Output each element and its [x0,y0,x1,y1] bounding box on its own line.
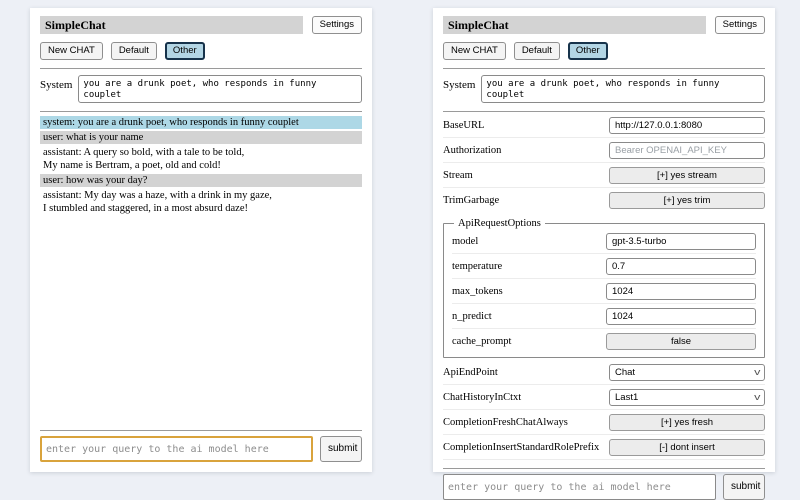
api-endpoint-selected-value: Chat [615,367,635,378]
n-predict-label: n_predict [452,311,606,322]
session-tab-other[interactable]: Other [568,42,608,60]
chat-message-assistant: assistant: A query so bold, with a tale … [40,146,362,172]
n-predict-input[interactable] [606,308,756,325]
settings-button[interactable]: Settings [312,16,362,34]
chat-message-assistant: assistant: My day was a haze, with a dri… [40,189,362,215]
system-prompt-input[interactable]: you are a drunk poet, who responds in fu… [78,75,362,103]
divider [443,111,765,112]
chevron-down-icon: v [754,393,760,402]
baseurl-label: BaseURL [443,120,609,131]
setting-row-completion-fresh: CompletionFreshChatAlways [+] yes fresh [443,410,765,435]
chat-history-select[interactable]: Last1 v [609,389,765,406]
max-tokens-input[interactable] [606,283,756,300]
system-label: System [443,75,475,103]
temperature-input[interactable] [606,258,756,275]
stream-toggle-button[interactable]: [+] yes stream [609,167,765,184]
completion-insert-label: CompletionInsertStandardRolePrefix [443,442,609,453]
api-endpoint-label: ApiEndPoint [443,367,609,378]
trimgarbage-toggle-button[interactable]: [+] yes trim [609,192,765,209]
setting-row-n-predict: n_predict [452,304,756,329]
divider [443,468,765,469]
submit-button[interactable]: submit [320,436,362,462]
authorization-label: Authorization [443,145,609,156]
new-chat-button[interactable]: New CHAT [40,42,103,60]
setting-row-model: model [452,229,756,254]
page: SimpleChat Settings New CHAT Default Oth… [0,0,800,480]
header: SimpleChat Settings [443,16,765,34]
chat-message-system: system: you are a drunk poet, who respon… [40,116,362,129]
cache-prompt-toggle-button[interactable]: false [606,333,756,350]
divider [443,68,765,69]
setting-row-temperature: temperature [452,254,756,279]
api-request-options-fieldset: ApiRequestOptions model temperature max_… [443,218,765,358]
completion-insert-toggle-button[interactable]: [-] dont insert [609,439,765,456]
setting-row-trimgarbage: TrimGarbage [+] yes trim [443,188,765,212]
stream-label: Stream [443,170,609,181]
session-tab-other[interactable]: Other [165,42,205,60]
new-chat-button[interactable]: New CHAT [443,42,506,60]
temperature-label: temperature [452,261,606,272]
divider [40,68,362,69]
query-input[interactable] [443,474,716,500]
chevron-down-icon: v [754,368,760,377]
chat-message-user: user: how was your day? [40,174,362,187]
system-label: System [40,75,72,103]
setting-row-api-endpoint: ApiEndPoint Chat v [443,360,765,385]
setting-row-stream: Stream [+] yes stream [443,163,765,188]
submit-button[interactable]: submit [723,474,765,500]
baseurl-input[interactable] [609,117,765,134]
setting-row-chat-history: ChatHistoryInCtxt Last1 v [443,385,765,410]
session-tab-default[interactable]: Default [514,42,560,60]
settings-list: BaseURL Authorization Stream [+] yes str… [443,113,765,460]
completion-fresh-toggle-button[interactable]: [+] yes fresh [609,414,765,431]
session-buttons: New CHAT Default Other [443,42,765,60]
setting-row-max-tokens: max_tokens [452,279,756,304]
divider [40,430,362,431]
query-input[interactable] [40,436,313,462]
app-title: SimpleChat [443,16,706,34]
session-buttons: New CHAT Default Other [40,42,362,60]
api-request-options-legend: ApiRequestOptions [454,218,545,229]
setting-row-completion-insert: CompletionInsertStandardRolePrefix [-] d… [443,435,765,460]
setting-row-cache-prompt: cache_prompt false [452,329,756,353]
api-endpoint-select[interactable]: Chat v [609,364,765,381]
chat-history-selected-value: Last1 [615,392,638,403]
app-title: SimpleChat [40,16,303,34]
empty-space [40,217,362,422]
completion-fresh-label: CompletionFreshChatAlways [443,417,609,428]
settings-panel: SimpleChat Settings New CHAT Default Oth… [433,8,775,472]
system-prompt-input[interactable]: you are a drunk poet, who responds in fu… [481,75,765,103]
cache-prompt-label: cache_prompt [452,336,606,347]
session-tab-default[interactable]: Default [111,42,157,60]
authorization-input[interactable] [609,142,765,159]
chat-message-user: user: what is your name [40,131,362,144]
model-label: model [452,236,606,247]
settings-button[interactable]: Settings [715,16,765,34]
chat-panel: SimpleChat Settings New CHAT Default Oth… [30,8,372,472]
trimgarbage-label: TrimGarbage [443,195,609,206]
setting-row-authorization: Authorization [443,138,765,163]
setting-row-baseurl: BaseURL [443,113,765,138]
system-prompt-row: System you are a drunk poet, who respond… [443,75,765,103]
model-input[interactable] [606,233,756,250]
max-tokens-label: max_tokens [452,286,606,297]
chat-message-list: system: you are a drunk poet, who respon… [40,116,362,217]
query-bar: submit [40,436,362,462]
header: SimpleChat Settings [40,16,362,34]
query-bar: submit [443,474,765,500]
divider [40,111,362,112]
chat-history-label: ChatHistoryInCtxt [443,392,609,403]
system-prompt-row: System you are a drunk poet, who respond… [40,75,362,103]
